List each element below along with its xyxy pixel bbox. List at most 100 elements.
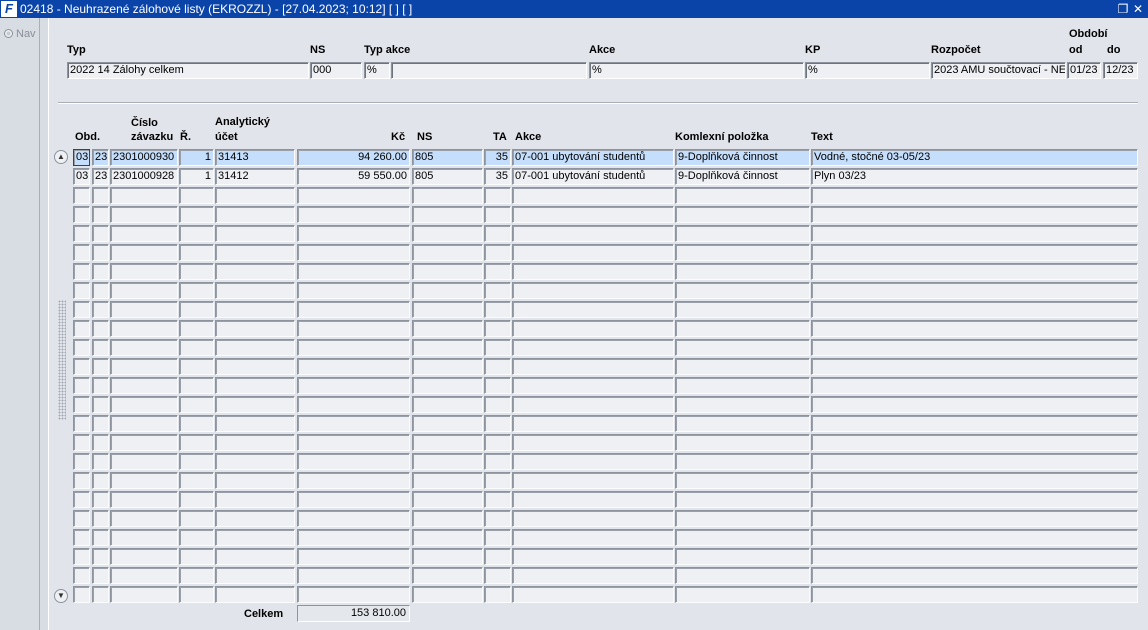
cell-r[interactable] bbox=[179, 225, 214, 242]
cell-ta[interactable] bbox=[484, 320, 511, 337]
kp-field[interactable]: % bbox=[805, 62, 930, 79]
cell-obd-month[interactable] bbox=[73, 491, 90, 508]
cell-ucet[interactable] bbox=[215, 301, 295, 318]
cell-cislo[interactable] bbox=[110, 586, 178, 603]
cell-ns[interactable]: 805 bbox=[412, 149, 483, 166]
cell-r[interactable] bbox=[179, 263, 214, 280]
cell-cislo[interactable] bbox=[110, 206, 178, 223]
cell-kc[interactable] bbox=[297, 472, 410, 489]
cell-obd-year[interactable] bbox=[92, 263, 109, 280]
cell-ucet[interactable] bbox=[215, 548, 295, 565]
cell-r[interactable] bbox=[179, 320, 214, 337]
cell-kc[interactable] bbox=[297, 263, 410, 280]
cell-akce[interactable]: 07-001 ubytování studentů bbox=[512, 149, 674, 166]
cell-obd-month[interactable] bbox=[73, 548, 90, 565]
cell-r[interactable] bbox=[179, 510, 214, 527]
cell-ta[interactable] bbox=[484, 472, 511, 489]
cell-polozka[interactable] bbox=[675, 282, 810, 299]
cell-kc[interactable] bbox=[297, 586, 410, 603]
cell-cislo[interactable] bbox=[110, 396, 178, 413]
cell-ns[interactable] bbox=[412, 225, 483, 242]
cell-ta[interactable] bbox=[484, 567, 511, 584]
cell-ucet[interactable] bbox=[215, 320, 295, 337]
cell-ns[interactable] bbox=[412, 282, 483, 299]
cell-ns[interactable] bbox=[412, 491, 483, 508]
cell-ta[interactable] bbox=[484, 225, 511, 242]
cell-akce[interactable] bbox=[512, 206, 674, 223]
cell-ta[interactable] bbox=[484, 529, 511, 546]
cell-obd-month[interactable] bbox=[73, 263, 90, 280]
cell-r[interactable] bbox=[179, 472, 214, 489]
cell-ns[interactable] bbox=[412, 320, 483, 337]
cell-obd-year[interactable] bbox=[92, 510, 109, 527]
cell-obd-month[interactable] bbox=[73, 301, 90, 318]
cell-r[interactable]: 1 bbox=[179, 168, 214, 185]
cell-akce[interactable] bbox=[512, 396, 674, 413]
cell-ta[interactable] bbox=[484, 187, 511, 204]
nav-radio[interactable] bbox=[4, 29, 13, 38]
cell-polozka[interactable] bbox=[675, 415, 810, 432]
restore-icon[interactable]: ❐ bbox=[1116, 0, 1130, 18]
cell-obd-year[interactable] bbox=[92, 472, 109, 489]
cell-akce[interactable] bbox=[512, 244, 674, 261]
cell-ucet[interactable] bbox=[215, 586, 295, 603]
cell-ns[interactable] bbox=[412, 472, 483, 489]
cell-text[interactable] bbox=[811, 301, 1138, 318]
cell-akce[interactable] bbox=[512, 529, 674, 546]
cell-ta[interactable] bbox=[484, 244, 511, 261]
cell-ta[interactable] bbox=[484, 301, 511, 318]
cell-text[interactable]: Plyn 03/23 bbox=[811, 168, 1138, 185]
cell-cislo[interactable] bbox=[110, 263, 178, 280]
cell-ucet[interactable] bbox=[215, 282, 295, 299]
cell-text[interactable] bbox=[811, 472, 1138, 489]
cell-cislo[interactable] bbox=[110, 225, 178, 242]
cell-akce[interactable] bbox=[512, 187, 674, 204]
cell-akce[interactable] bbox=[512, 453, 674, 470]
cell-ta[interactable] bbox=[484, 453, 511, 470]
cell-r[interactable] bbox=[179, 586, 214, 603]
cell-text[interactable] bbox=[811, 434, 1138, 451]
cell-akce[interactable] bbox=[512, 377, 674, 394]
cell-cislo[interactable] bbox=[110, 301, 178, 318]
cell-cislo[interactable]: 2301000928 bbox=[110, 168, 178, 185]
cell-ns[interactable] bbox=[412, 396, 483, 413]
cell-polozka[interactable] bbox=[675, 567, 810, 584]
cell-kc[interactable] bbox=[297, 339, 410, 356]
cell-cislo[interactable] bbox=[110, 548, 178, 565]
cell-kc[interactable] bbox=[297, 282, 410, 299]
cell-obd-year[interactable] bbox=[92, 244, 109, 261]
cell-ucet[interactable] bbox=[215, 567, 295, 584]
cell-obd-year[interactable] bbox=[92, 339, 109, 356]
cell-obd-month[interactable] bbox=[73, 187, 90, 204]
cell-ta[interactable] bbox=[484, 491, 511, 508]
cell-obd-year[interactable]: 23 bbox=[92, 149, 109, 166]
cell-r[interactable] bbox=[179, 377, 214, 394]
cell-text[interactable] bbox=[811, 187, 1138, 204]
cell-polozka[interactable] bbox=[675, 586, 810, 603]
cell-polozka[interactable] bbox=[675, 548, 810, 565]
cell-akce[interactable]: 07-001 ubytování studentů bbox=[512, 168, 674, 185]
cell-akce[interactable] bbox=[512, 548, 674, 565]
cell-polozka[interactable] bbox=[675, 491, 810, 508]
cell-polozka[interactable] bbox=[675, 529, 810, 546]
cell-ns[interactable] bbox=[412, 377, 483, 394]
cell-polozka[interactable] bbox=[675, 301, 810, 318]
cell-akce[interactable] bbox=[512, 415, 674, 432]
cell-ta[interactable] bbox=[484, 282, 511, 299]
cell-text[interactable] bbox=[811, 453, 1138, 470]
cell-ucet[interactable] bbox=[215, 263, 295, 280]
cell-obd-month[interactable] bbox=[73, 567, 90, 584]
cell-ns[interactable] bbox=[412, 263, 483, 280]
cell-kc[interactable] bbox=[297, 529, 410, 546]
cell-obd-year[interactable] bbox=[92, 586, 109, 603]
cell-text[interactable] bbox=[811, 358, 1138, 375]
cell-obd-month[interactable] bbox=[73, 453, 90, 470]
cell-obd-year[interactable] bbox=[92, 567, 109, 584]
cell-obd-month[interactable] bbox=[73, 434, 90, 451]
cell-ucet[interactable] bbox=[215, 472, 295, 489]
cell-text[interactable]: Vodné, stočné 03-05/23 bbox=[811, 149, 1138, 166]
cell-text[interactable] bbox=[811, 206, 1138, 223]
cell-cislo[interactable] bbox=[110, 434, 178, 451]
cell-text[interactable] bbox=[811, 415, 1138, 432]
cell-ns[interactable] bbox=[412, 244, 483, 261]
